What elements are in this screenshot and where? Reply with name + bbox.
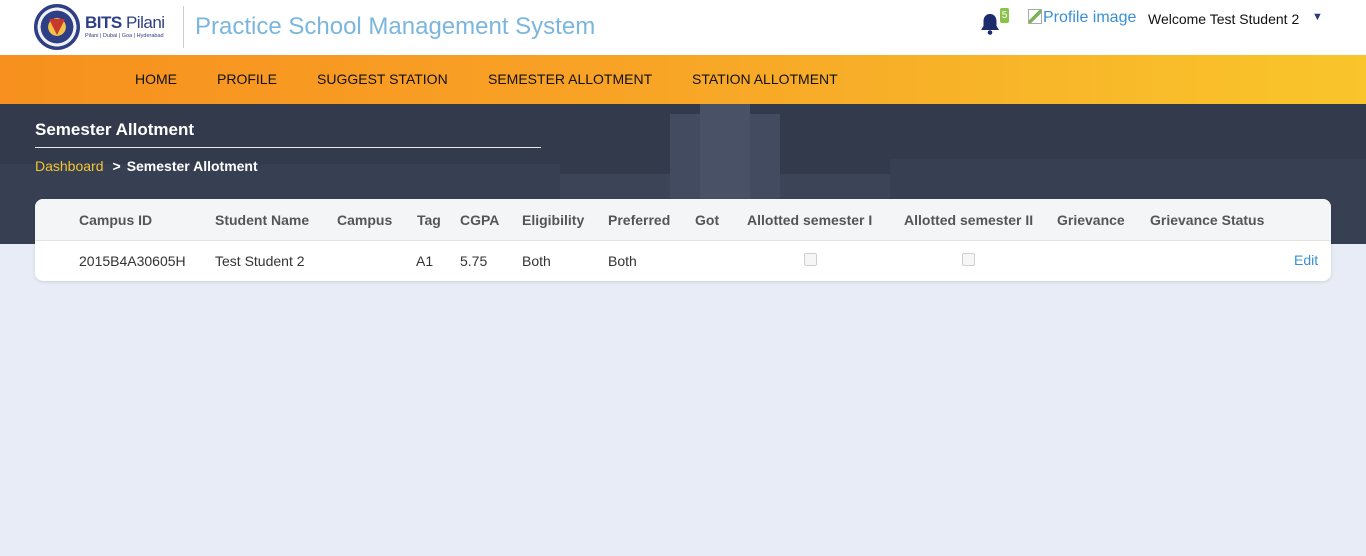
broken-image-icon — [1028, 9, 1042, 24]
logo-name: BITS Pilani — [85, 14, 165, 31]
profile-image[interactable]: Profile image — [1028, 9, 1136, 27]
col-grievance-status: Grievance Status — [1150, 212, 1265, 228]
nav-item-home[interactable]: HOME — [135, 71, 177, 87]
title-divider — [35, 147, 541, 148]
logo-name-bold: BITS — [85, 13, 122, 33]
table-header: Campus ID Student Name Campus Tag CGPA E… — [35, 199, 1331, 241]
bell-icon[interactable] — [980, 13, 1000, 35]
cell-student-name: Test Student 2 — [215, 253, 305, 269]
chevron-down-icon[interactable]: ▼ — [1312, 11, 1323, 23]
cell-campus-id: 2015B4A30605H — [79, 253, 186, 269]
col-campus-id: Campus ID — [79, 212, 153, 228]
col-allotted-sem-2: Allotted semester II — [904, 212, 1034, 228]
page-title: Semester Allotment — [35, 120, 195, 139]
cell-preferred: Both — [608, 253, 637, 269]
col-student-name: Student Name — [215, 212, 310, 228]
cell-cgpa: 5.75 — [460, 253, 488, 269]
profile-image-alt: Profile image — [1043, 9, 1137, 26]
breadcrumb-dashboard-link[interactable]: Dashboard — [35, 158, 104, 174]
col-got: Got — [695, 212, 720, 228]
col-preferred: Preferred — [608, 212, 671, 228]
allotment-table: Campus ID Student Name Campus Tag CGPA E… — [35, 199, 1331, 281]
col-grievance: Grievance — [1057, 212, 1125, 228]
app-title: Practice School Management System — [195, 13, 596, 40]
top-header: BITS Pilani Pilani | Dubai | Goa | Hyder… — [0, 0, 1366, 55]
main-nav: HOME PROFILE SUGGEST STATION SEMESTER AL… — [0, 55, 1366, 104]
breadcrumb: Dashboard > Semester Allotment — [35, 158, 258, 174]
logo-wordmark: BITS Pilani Pilani | Dubai | Goa | Hyder… — [85, 14, 165, 40]
nav-item-suggest-station[interactable]: SUGGEST STATION — [317, 71, 448, 87]
col-campus: Campus — [337, 212, 393, 228]
logo-divider — [183, 6, 184, 48]
col-tag: Tag — [417, 212, 441, 228]
allotted-sem-2-checkbox[interactable] — [962, 253, 975, 266]
col-cgpa: CGPA — [460, 212, 500, 228]
welcome-text[interactable]: Welcome Test Student 2 — [1148, 11, 1299, 27]
col-allotted-sem-1: Allotted semester I — [747, 212, 873, 228]
nav-item-profile[interactable]: PROFILE — [217, 71, 277, 87]
breadcrumb-separator: > — [112, 158, 121, 174]
nav-item-station-allotment[interactable]: STATION ALLOTMENT — [692, 71, 838, 87]
breadcrumb-current: Semester Allotment — [126, 158, 258, 174]
bits-pilani-logo[interactable]: BITS Pilani Pilani | Dubai | Goa | Hyder… — [34, 4, 165, 50]
notification-count-badge[interactable]: 5 — [1000, 8, 1009, 23]
cell-eligibility: Both — [522, 253, 551, 269]
edit-link[interactable]: Edit — [1294, 252, 1318, 268]
cell-tag: A1 — [416, 253, 434, 269]
nav-item-semester-allotment[interactable]: SEMESTER ALLOTMENT — [488, 71, 652, 87]
bits-seal-icon — [34, 4, 80, 50]
logo-name-rest: Pilani — [125, 13, 165, 33]
allotted-sem-1-checkbox[interactable] — [804, 253, 817, 266]
col-eligibility: Eligibility — [522, 212, 585, 228]
logo-campuses: Pilani | Dubai | Goa | Hyderabad — [85, 33, 164, 40]
